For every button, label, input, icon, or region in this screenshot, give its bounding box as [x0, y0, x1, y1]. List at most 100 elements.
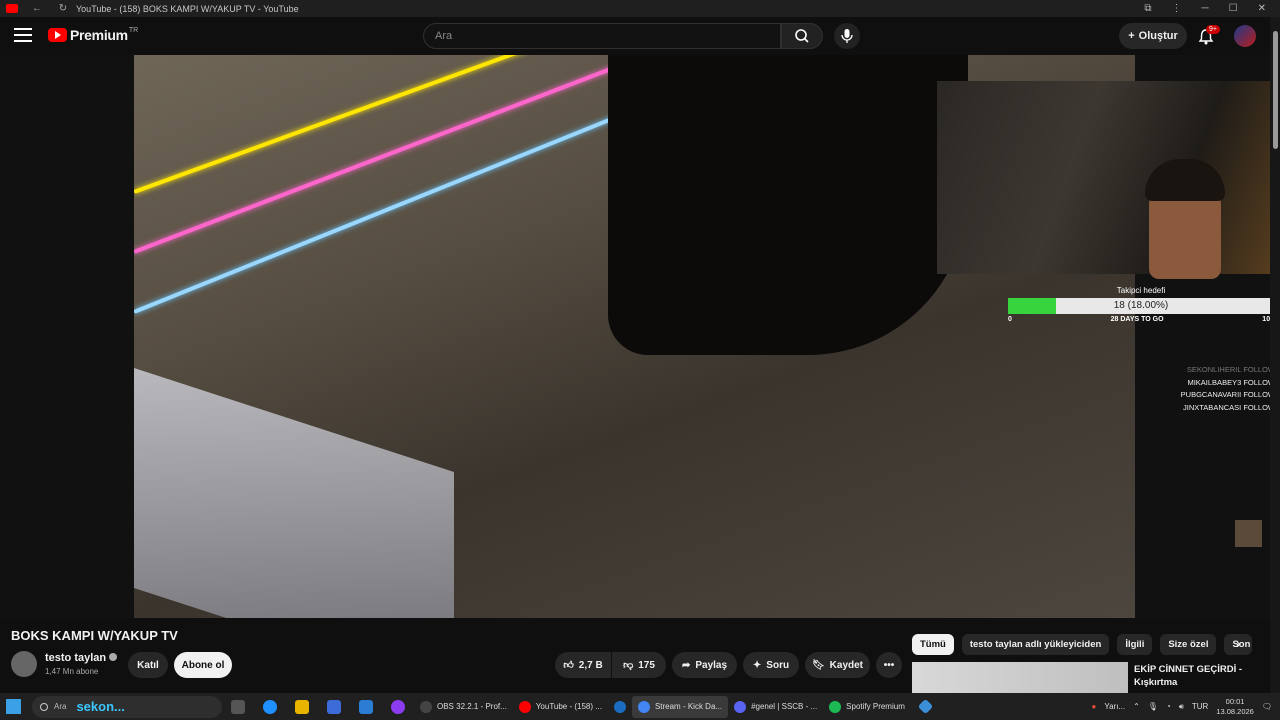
reload-icon[interactable]: ↻	[56, 3, 70, 14]
clock-time: 00:01	[1225, 696, 1245, 706]
follow-entry: MIKAILBABEY3 FOLLOW	[1187, 377, 1275, 387]
youtube-logo[interactable]: Premium TR	[48, 27, 138, 43]
taskbar-app-label: YouTube - (158) ...	[535, 702, 602, 711]
spotify-icon	[829, 700, 842, 713]
search-widget-text: sekon...	[76, 699, 125, 714]
window-title: YouTube - (158) BOKS KAMPI W/YAKUP TV - …	[76, 3, 299, 14]
taskbar-clock[interactable]: 00:01 13.08.2026	[1216, 697, 1254, 717]
recent-follows-list: SEKONLIHERIL FOLLOW MIKAILBABEY3 FOLLOW …	[1181, 364, 1275, 414]
voice-search-button[interactable]	[834, 23, 860, 49]
taskbar-app-steam[interactable]	[608, 696, 632, 718]
clock-date: 13.08.2026	[1216, 706, 1254, 716]
goal-progress-bar: 18 (18.00%)	[1008, 298, 1274, 314]
scrollbar-thumb[interactable]	[1273, 31, 1278, 149]
create-label: Oluştur	[1138, 30, 1178, 42]
subscribe-button[interactable]: Abone ol	[174, 652, 232, 678]
save-label: Kaydet	[829, 659, 864, 671]
volume-icon[interactable]: 🔊︎	[1179, 702, 1184, 712]
save-button[interactable]: 🔖︎ Kaydet	[805, 652, 870, 678]
chip-related[interactable]: İlgili	[1117, 634, 1153, 655]
youtube-icon	[518, 700, 531, 713]
create-button[interactable]: + Oluştur	[1119, 23, 1187, 49]
back-icon[interactable]: ←	[30, 3, 44, 14]
webcam-overlay	[937, 81, 1280, 279]
related-video-title[interactable]: EKİP CİNNET GEÇİRDİ - Kışkırtma	[1134, 663, 1264, 689]
input-language[interactable]: TUR	[1192, 702, 1208, 711]
taskbar-app-spotify[interactable]: Spotify Premium	[823, 696, 911, 718]
verified-icon	[109, 653, 118, 661]
neon-light-yellow	[134, 55, 661, 194]
like-count: 2,7 B	[578, 659, 603, 671]
follow-entry: JINXTABANCASI FOLLOW	[1183, 402, 1275, 412]
person-silhouette	[608, 55, 968, 355]
join-button[interactable]: Katıl	[128, 652, 168, 678]
logo-region: TR	[128, 26, 139, 34]
page-scrollbar[interactable]	[1270, 17, 1280, 693]
windows-logo-icon	[5, 699, 21, 714]
thumbs-down-icon: 👎︎	[623, 660, 634, 671]
menu-dots-icon[interactable]: ⋮	[1172, 3, 1182, 14]
plus-icon: +	[1128, 30, 1135, 42]
hamburger-menu-icon[interactable]	[14, 28, 32, 44]
taskbar-app-obs[interactable]: OBS 32.2.1 - Prof...	[414, 696, 513, 718]
search-icon	[40, 702, 48, 711]
share-button[interactable]: ➦ Paylaş	[672, 652, 737, 678]
edge-icon[interactable]	[263, 699, 277, 714]
chrome-icon	[637, 700, 650, 713]
channel-name: testo taylan	[45, 652, 107, 664]
channel-avatar[interactable]	[11, 651, 37, 677]
app-diamond-icon[interactable]	[917, 698, 934, 715]
taskbar-search-label: Ara	[54, 702, 67, 711]
subscriber-count: 1,47 Mn abone	[45, 667, 99, 676]
chip-for-you[interactable]: Size özel	[1160, 634, 1217, 655]
join-label: Katıl	[137, 659, 159, 671]
microphone-tray-icon[interactable]: 🎙︎	[1148, 702, 1158, 711]
weather-icon[interactable]: ●	[1092, 702, 1097, 711]
ask-button[interactable]: ✦ Soru	[743, 652, 799, 678]
goal-title: Takipci hedefi	[1116, 286, 1166, 295]
chip-all[interactable]: Tümü	[912, 634, 954, 655]
more-actions-button[interactable]: •••	[876, 652, 902, 678]
weather-label[interactable]: Yarı...	[1104, 702, 1125, 711]
follower-goal-widget: Takipci hedefi 18 (18.00%) 0 28 DAYS TO …	[1008, 286, 1274, 323]
browser-titlebar: ← ↻ YouTube - (158) BOKS KAMPI W/YAKUP T…	[0, 0, 1280, 17]
taskbar-search[interactable]: Ara sekon...	[32, 695, 222, 718]
related-filter-chips: Tümü testo taylan adlı yükleyiciden İlgi…	[912, 634, 1253, 655]
channel-name-link[interactable]: testo taylan	[45, 652, 118, 664]
dislike-count: 175	[638, 659, 655, 671]
taskbar-app-youtube[interactable]: YouTube - (158) ...	[513, 696, 608, 718]
search-button[interactable]	[781, 23, 823, 49]
chip-from-uploader[interactable]: testo taylan adlı yükleyiciden	[961, 634, 1110, 655]
account-avatar[interactable]	[1234, 25, 1256, 47]
start-button[interactable]	[0, 693, 26, 720]
chevron-right-icon[interactable]: ›	[1236, 635, 1241, 651]
chat-app-icon[interactable]	[391, 699, 405, 714]
task-view-icon[interactable]	[231, 699, 245, 714]
video-title: BOKS KAMPI W/YAKUP TV	[11, 628, 178, 643]
network-icon[interactable]: ◔	[1166, 702, 1171, 711]
related-video-thumbnail[interactable]	[912, 662, 1128, 693]
taskbar-app-label: Spotify Premium	[846, 702, 905, 711]
maximize-icon[interactable]: ☐	[1229, 3, 1238, 14]
store-icon[interactable]	[327, 699, 341, 714]
taskbar-app-discord[interactable]: #genel | SSCB - ...	[728, 696, 823, 718]
goal-days: 28 DAYS TO GO	[1110, 316, 1164, 323]
tray-overflow-icon[interactable]: ⌃	[1133, 702, 1140, 711]
windows-taskbar: Ara sekon... OBS 32.2.1 - Prof... YouTub…	[0, 693, 1280, 720]
file-explorer-icon[interactable]	[295, 699, 309, 714]
extensions-icon[interactable]: ⧉	[1144, 3, 1151, 14]
mail-icon[interactable]	[359, 699, 373, 714]
white-box	[134, 368, 454, 618]
youtube-header: Premium TR Ara + Oluştur 9+	[0, 17, 1280, 55]
notification-center-icon[interactable]: 🗨︎	[1262, 702, 1272, 711]
like-button[interactable]: 👍︎ 2,7 B	[555, 652, 611, 678]
dislike-button[interactable]: 👎︎ 175	[612, 652, 666, 678]
close-icon[interactable]: ✕	[1258, 3, 1266, 14]
share-label: Paylaş	[695, 659, 728, 671]
notification-badge: 9+	[1206, 25, 1220, 34]
taskbar-app-chrome[interactable]: Stream - Kick Da...	[631, 695, 729, 718]
search-input[interactable]: Ara	[423, 23, 781, 49]
sparkle-icon: ✦	[752, 659, 762, 671]
taskbar-app-label: #genel | SSCB - ...	[751, 702, 818, 711]
minimize-icon[interactable]: ─	[1202, 3, 1209, 14]
